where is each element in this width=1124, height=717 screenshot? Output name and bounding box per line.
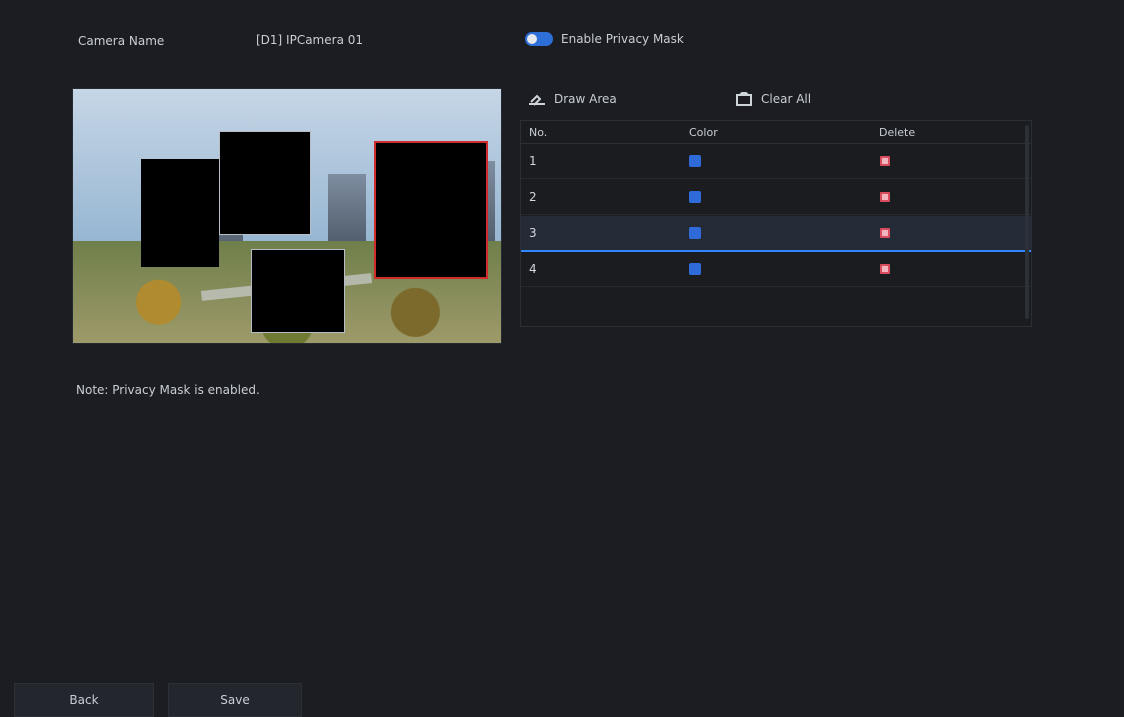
row-no: 4 xyxy=(529,262,537,276)
row-no: 1 xyxy=(529,154,537,168)
color-chip[interactable] xyxy=(689,155,701,167)
building-2 xyxy=(328,174,366,248)
table-row[interactable]: 2 xyxy=(521,180,1031,215)
clear-tool[interactable]: Clear All xyxy=(735,92,811,106)
mask-area-table: No. Color Delete 1 2 3 4 xyxy=(520,120,1032,327)
header-no: No. xyxy=(529,125,548,139)
delete-icon[interactable] xyxy=(879,227,891,239)
color-chip[interactable] xyxy=(689,191,701,203)
mask-table-toolbar: Draw Area Clear All xyxy=(522,92,1032,116)
back-button[interactable]: Back xyxy=(14,683,154,717)
camera-preview[interactable] xyxy=(72,88,502,344)
table-row[interactable]: 1 xyxy=(521,144,1031,179)
delete-icon[interactable] xyxy=(879,155,891,167)
draw-area-icon xyxy=(528,92,546,106)
header-delete: Delete xyxy=(879,125,916,139)
mask-box-2[interactable] xyxy=(219,131,311,235)
toggle-knob xyxy=(527,34,537,44)
table-row[interactable]: 4 xyxy=(521,252,1031,287)
camera-select[interactable]: [D1] IPCamera 01 xyxy=(256,33,363,47)
mask-box-1[interactable] xyxy=(141,159,219,267)
info-note: Note: Privacy Mask is enabled. xyxy=(76,383,260,397)
delete-icon[interactable] xyxy=(879,191,891,203)
clear-label: Clear All xyxy=(761,92,812,106)
table-header: No. Color Delete xyxy=(521,121,1031,144)
camera-name-label: Camera Name xyxy=(78,34,165,48)
clear-icon xyxy=(735,92,753,106)
table-row-selected[interactable]: 3 xyxy=(521,216,1031,252)
mask-box-3[interactable] xyxy=(251,249,345,333)
delete-icon[interactable] xyxy=(879,263,891,275)
draw-area-tool[interactable]: Draw Area xyxy=(528,92,617,106)
bottom-bar: Back Save xyxy=(0,683,1124,717)
draw-area-label: Draw Area xyxy=(554,92,617,106)
color-chip[interactable] xyxy=(689,227,701,239)
table-scrollbar[interactable] xyxy=(1025,125,1029,319)
privacy-mask-toggle-label: Enable Privacy Mask xyxy=(561,32,684,46)
row-no: 3 xyxy=(529,226,537,240)
row-no: 2 xyxy=(529,190,537,204)
color-chip[interactable] xyxy=(689,263,701,275)
privacy-mask-toggle[interactable]: Enable Privacy Mask xyxy=(525,32,684,46)
header-color: Color xyxy=(689,125,718,139)
toggle-switch[interactable] xyxy=(525,32,553,46)
mask-box-4-active[interactable] xyxy=(374,141,488,279)
privacy-mask-screen: Camera Name [D1] IPCamera 01 Enable Priv… xyxy=(0,0,1124,717)
table-rows: 1 2 3 4 xyxy=(521,144,1031,327)
save-button[interactable]: Save xyxy=(168,683,302,717)
